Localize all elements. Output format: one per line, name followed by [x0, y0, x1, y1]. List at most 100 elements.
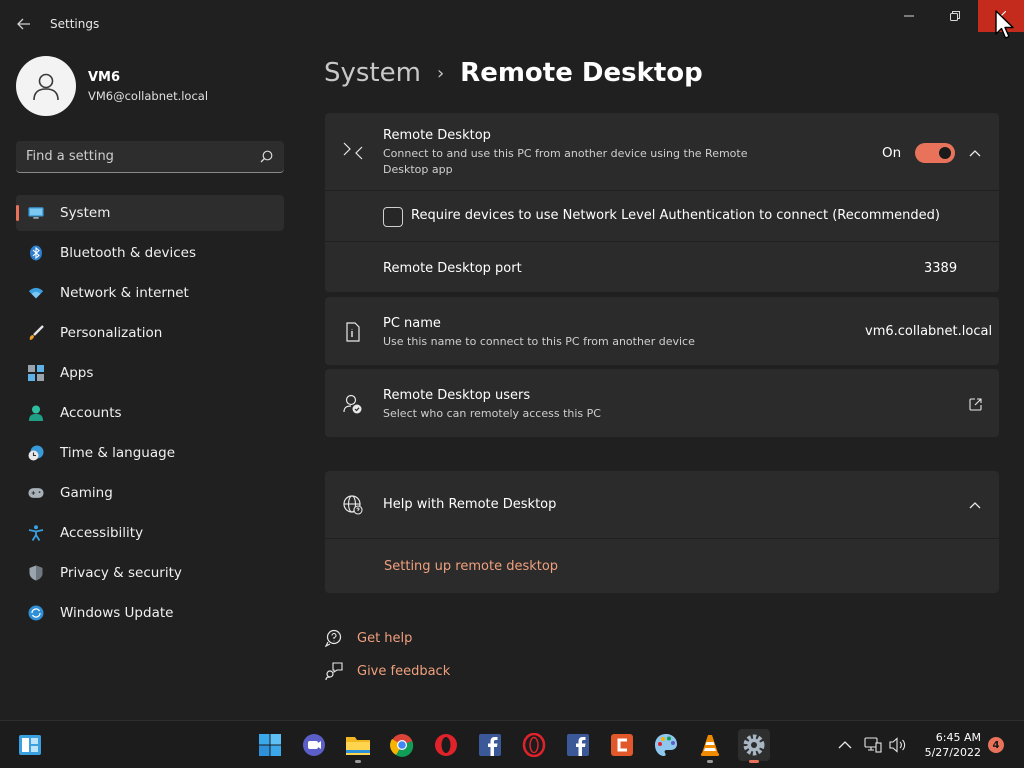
nla-row: Require devices to use Network Level Aut… — [325, 191, 999, 241]
globe-help-icon — [343, 495, 363, 515]
sidebar-item-accounts[interactable]: Accounts — [16, 395, 284, 431]
sidebar-item-windows-update[interactable]: Windows Update — [16, 595, 284, 631]
taskbar-settings[interactable] — [738, 729, 770, 763]
chevron-up-icon[interactable] — [967, 497, 983, 513]
give-feedback-link[interactable]: Give feedback — [324, 661, 450, 681]
volume-icon[interactable] — [889, 736, 907, 754]
settings-icon — [743, 734, 765, 756]
facebook-icon — [479, 734, 501, 756]
clock-date: 5/27/2022 — [924, 746, 981, 759]
widgets-button[interactable] — [14, 729, 46, 761]
taskbar-ccleaner[interactable] — [606, 729, 638, 761]
help-content: Setting up remote desktop — [325, 539, 999, 593]
remote-desktop-row[interactable]: Remote Desktop Connect to and use this P… — [325, 113, 999, 190]
sidebar-item-bluetooth[interactable]: Bluetooth & devices — [16, 235, 284, 271]
user-check-icon — [343, 394, 363, 414]
sidebar-item-privacy-security[interactable]: Privacy & security — [16, 555, 284, 591]
toggle-state-label: On — [882, 145, 902, 161]
pc-name-subtitle: Use this name to connect to this PC from… — [383, 335, 695, 348]
running-indicator — [749, 760, 759, 763]
taskbar-facebook-2[interactable] — [562, 729, 594, 761]
breadcrumb-parent[interactable]: System — [324, 58, 421, 88]
chevron-up-icon[interactable] — [836, 736, 854, 754]
user-profile[interactable]: VM6 VM6@collabnet.local — [16, 56, 208, 116]
apps-icon — [28, 365, 44, 381]
restore-button[interactable] — [932, 0, 978, 32]
mouse-cursor-icon — [995, 10, 1014, 39]
remote-desktop-users-subtitle: Select who can remotely access this PC — [383, 407, 601, 420]
ccleaner-icon — [611, 734, 633, 756]
sidebar-item-time-language[interactable]: Time & language — [16, 435, 284, 471]
sidebar-item-label: Accounts — [60, 405, 122, 421]
notification-badge[interactable]: 4 — [988, 737, 1004, 753]
help-chat-icon — [324, 628, 344, 648]
remote-desktop-users-row[interactable]: Remote Desktop users Select who can remo… — [325, 369, 999, 437]
remote-desktop-toggle[interactable] — [915, 143, 955, 163]
sidebar-item-personalization[interactable]: Personalization — [16, 315, 284, 351]
port-value: 3389 — [924, 261, 958, 276]
toggle-knob — [939, 147, 951, 159]
sidebar-item-label: Personalization — [60, 325, 163, 341]
widgets-icon — [19, 735, 41, 755]
sidebar-item-label: Network & internet — [60, 285, 189, 301]
taskbar-opera-gx[interactable] — [518, 729, 550, 761]
setup-remote-desktop-link[interactable]: Setting up remote desktop — [384, 559, 558, 574]
sidebar-item-label: Privacy & security — [60, 565, 182, 581]
taskbar-opera[interactable] — [430, 729, 462, 761]
start-button[interactable] — [254, 729, 286, 761]
sidebar-item-apps[interactable]: Apps — [16, 355, 284, 391]
chrome-icon — [390, 734, 414, 757]
taskbar-facebook[interactable] — [474, 729, 506, 761]
search-input[interactable] — [26, 149, 258, 164]
facebook-icon — [567, 734, 589, 756]
give-feedback-label: Give feedback — [357, 663, 451, 679]
pc-name-value: vm6.collabnet.local — [865, 324, 993, 339]
shield-icon — [28, 565, 44, 581]
pc-name-icon — [343, 322, 363, 342]
restore-icon — [950, 11, 960, 21]
sidebar-item-label: Gaming — [60, 485, 113, 501]
taskbar-file-explorer[interactable] — [342, 729, 374, 763]
external-link-icon[interactable] — [967, 396, 983, 412]
minimize-button[interactable] — [886, 0, 932, 32]
update-icon — [28, 605, 44, 621]
taskbar-vlc[interactable] — [694, 729, 726, 763]
sidebar-item-gaming[interactable]: Gaming — [16, 475, 284, 511]
gamepad-icon — [28, 485, 44, 501]
chevron-right-icon: › — [436, 62, 445, 84]
network-icon[interactable] — [864, 736, 882, 754]
help-row[interactable]: Help with Remote Desktop — [325, 471, 999, 538]
sidebar-item-label: Windows Update — [60, 605, 174, 621]
nla-label[interactable]: Require devices to use Network Level Aut… — [411, 208, 940, 223]
accessibility-icon — [28, 525, 44, 541]
arrow-left-icon — [17, 18, 30, 30]
taskbar-teams-chat[interactable] — [298, 729, 330, 761]
sidebar-item-label: Bluetooth & devices — [60, 245, 197, 261]
sidebar-item-system[interactable]: System — [16, 195, 284, 231]
title-bar: Settings — [0, 0, 1024, 48]
nla-checkbox[interactable] — [383, 207, 403, 227]
sidebar-item-label: Apps — [60, 365, 94, 381]
taskbar-paint[interactable] — [650, 729, 682, 761]
paint-icon — [655, 734, 677, 756]
sidebar-item-network[interactable]: Network & internet — [16, 275, 284, 311]
profile-email: VM6@collabnet.local — [88, 88, 209, 103]
running-indicator — [355, 760, 361, 763]
search-box[interactable] — [16, 141, 284, 173]
sidebar-item-label: System — [60, 205, 111, 221]
search-icon[interactable] — [258, 149, 274, 165]
back-button[interactable] — [10, 12, 38, 36]
sidebar-item-accessibility[interactable]: Accessibility — [16, 515, 284, 551]
remote-desktop-icon — [343, 141, 363, 161]
clock-globe-icon — [28, 445, 44, 461]
sidebar-item-label: Accessibility — [60, 525, 144, 541]
taskbar-chrome[interactable] — [386, 729, 418, 761]
start-icon — [259, 734, 281, 756]
clock[interactable]: 6:45 AM 5/27/2022 — [917, 730, 981, 760]
bluetooth-icon — [28, 245, 44, 261]
get-help-link[interactable]: Get help — [324, 628, 412, 648]
chevron-up-icon[interactable] — [967, 145, 983, 161]
minimize-icon — [904, 15, 914, 17]
account-icon — [28, 405, 44, 421]
file-explorer-icon — [346, 737, 370, 755]
